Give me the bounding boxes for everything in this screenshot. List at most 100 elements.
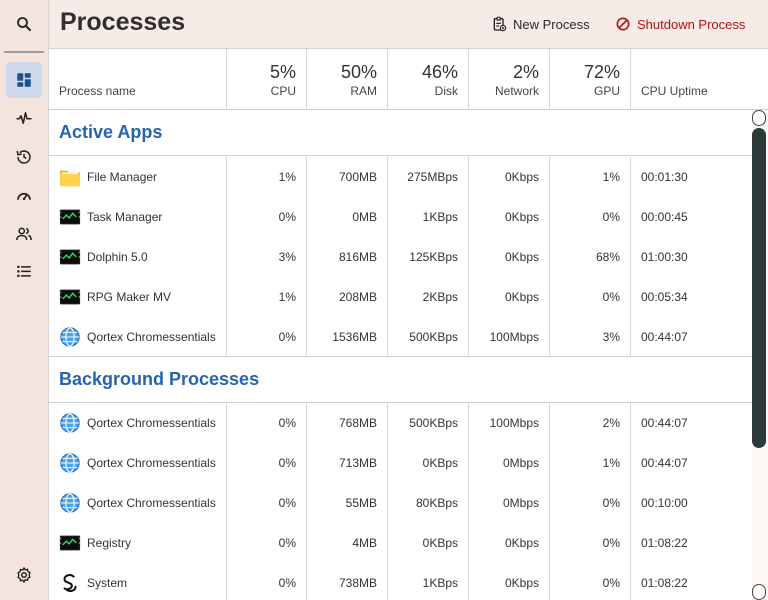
ram-cell: 0MB	[307, 197, 388, 237]
search-button[interactable]	[6, 6, 42, 42]
terminal-icon	[59, 535, 81, 551]
column-cpu[interactable]: 5% CPU	[227, 49, 307, 109]
prohibited-icon	[616, 17, 630, 31]
uptime-cell: 00:44:07	[641, 416, 688, 430]
process-row[interactable]: Registry 0% 4MB 0KBps 0Kbps 0% 01:08:22	[49, 523, 752, 563]
process-name-cell: RPG Maker MV	[49, 277, 227, 317]
uptime-cell: 01:08:22	[641, 536, 688, 550]
process-name: Qortex Chromessentials	[87, 496, 216, 510]
gpu-cell: 1%	[550, 443, 631, 483]
activity-icon	[16, 112, 32, 124]
process-name-cell: Task Manager	[49, 197, 227, 237]
gpu-cell: 0%	[550, 197, 631, 237]
list-icon	[17, 265, 31, 277]
process-name: System	[87, 576, 128, 590]
process-name-cell: Qortex Chromessentials	[49, 443, 227, 483]
column-gpu[interactable]: 72% GPU	[550, 49, 631, 109]
folder-icon	[59, 170, 81, 187]
gpu-cell: 0%	[550, 563, 631, 600]
section-title-background-processes: Background Processes	[59, 369, 260, 389]
disk-cell: 500KBps	[388, 403, 469, 443]
process-row[interactable]: RPG Maker MV 1% 208MB 2KBps 0Kbps 0% 00:05:34	[49, 277, 752, 317]
sidebar-item-users[interactable]	[6, 216, 42, 252]
process-name-cell: System	[49, 563, 227, 600]
sidebar-item-startup[interactable]	[6, 178, 42, 214]
sidebar-item-settings[interactable]	[6, 557, 42, 593]
gpu-cell: 3%	[550, 317, 631, 357]
gpu-cell: 2%	[550, 403, 631, 443]
cpu-cell: 0%	[227, 403, 307, 443]
network-cell: 0Kbps	[469, 563, 550, 600]
process-name: RPG Maker MV	[87, 290, 172, 304]
network-cell: 0Kbps	[469, 523, 550, 563]
sidebar-item-performance[interactable]	[6, 100, 42, 136]
process-name-cell: Registry	[49, 523, 227, 563]
sidebar-item-details[interactable]	[6, 253, 42, 289]
disk-cell: 500KBps	[388, 317, 469, 357]
process-name: File Manager	[87, 170, 158, 184]
ram-cell: 768MB	[307, 403, 388, 443]
process-name: Qortex Chromessentials	[87, 456, 216, 470]
process-row[interactable]: Qortex Chromessentials 0% 1536MB 500KBps 100…	[49, 317, 752, 357]
cpu-label: CPU	[270, 84, 296, 98]
column-cpu-uptime[interactable]: CPU Uptime	[631, 49, 768, 109]
process-name-cell: Qortex Chromessentials	[49, 403, 227, 443]
title-bar: Processes New Process Shutdown Process	[49, 0, 768, 49]
column-process-name[interactable]: Process name	[49, 49, 227, 109]
network-cell: 100Mbps	[469, 317, 550, 357]
process-name-cell: File Manager	[49, 157, 227, 197]
gpu-cell: 0%	[550, 523, 631, 563]
ram-cell: 55MB	[307, 483, 388, 523]
column-ram[interactable]: 50% RAM	[307, 49, 388, 109]
disk-cell: 0KBps	[388, 523, 469, 563]
disk-label: Disk	[434, 84, 458, 98]
gear-icon	[17, 567, 31, 583]
process-name: Qortex Chromessentials	[87, 416, 216, 430]
network-total: 2%	[512, 62, 539, 82]
new-process-button[interactable]: New Process	[491, 14, 590, 34]
gpu-cell: 68%	[550, 237, 631, 277]
ram-cell: 816MB	[307, 237, 388, 277]
cpu-cell: 0%	[227, 563, 307, 600]
gpu-cell: 1%	[550, 157, 631, 197]
disk-cell: 125KBps	[388, 237, 469, 277]
gpu-cell: 0%	[550, 277, 631, 317]
network-cell: 100Mbps	[469, 403, 550, 443]
sidebar-item-history[interactable]	[6, 139, 42, 175]
shutdown-process-label: Shutdown Process	[637, 16, 746, 32]
network-cell: 0Kbps	[469, 197, 550, 237]
cpu-cell: 0%	[227, 197, 307, 237]
system-icon	[63, 574, 77, 592]
process-row[interactable]: Dolphin 5.0 3% 816MB 125KBps 0Kbps 68% 01:00:3…	[49, 237, 752, 277]
sidebar-item-processes[interactable]	[6, 62, 42, 98]
globe-icon	[60, 327, 80, 347]
column-process-name-label: Process name	[59, 84, 136, 98]
network-cell: 0Kbps	[469, 157, 550, 197]
disk-total: 46%	[421, 62, 458, 82]
network-label: Network	[494, 84, 539, 98]
process-row[interactable]: Qortex Chromessentials 0% 713MB 0KBps 0Mbps 1…	[49, 443, 752, 483]
scrollbar-down-button[interactable]	[752, 584, 766, 600]
terminal-icon	[59, 249, 81, 265]
process-row[interactable]: Qortex Chromessentials 0% 768MB 500KBps 100M…	[49, 403, 752, 443]
column-network[interactable]: 2% Network	[469, 49, 550, 109]
globe-icon	[60, 413, 80, 433]
scrollbar-up-button[interactable]	[752, 110, 766, 126]
scrollbar-thumb[interactable]	[752, 128, 766, 448]
uptime-cell: 00:44:07	[641, 456, 688, 470]
process-row[interactable]: System 0% 738MB 1KBps 0Kbps 0% 01:08:22	[49, 563, 752, 600]
process-row[interactable]: File Manager 1% 700MB 275MBps 0Kbps 1% 00:01:3…	[49, 157, 752, 197]
globe-icon	[60, 453, 80, 473]
process-name-cell: Qortex Chromessentials	[49, 317, 227, 357]
terminal-icon	[59, 289, 81, 305]
column-disk[interactable]: 46% Disk	[388, 49, 469, 109]
dashboard-icon	[17, 73, 31, 87]
uptime-cell: 00:10:00	[641, 496, 688, 510]
process-table: Active Apps File Manager 1% 700MB 275MBps 0K…	[49, 110, 752, 600]
cpu-uptime-label: CPU Uptime	[641, 84, 708, 98]
globe-icon	[60, 493, 80, 513]
process-row[interactable]: Qortex Chromessentials 0% 55MB 80KBps 0Mbps 0…	[49, 483, 752, 523]
ram-total: 50%	[340, 62, 377, 82]
process-row[interactable]: Task Manager 0% 0MB 1KBps 0Kbps 0% 00:00:45	[49, 197, 752, 237]
shutdown-process-button[interactable]: Shutdown Process	[615, 14, 745, 34]
